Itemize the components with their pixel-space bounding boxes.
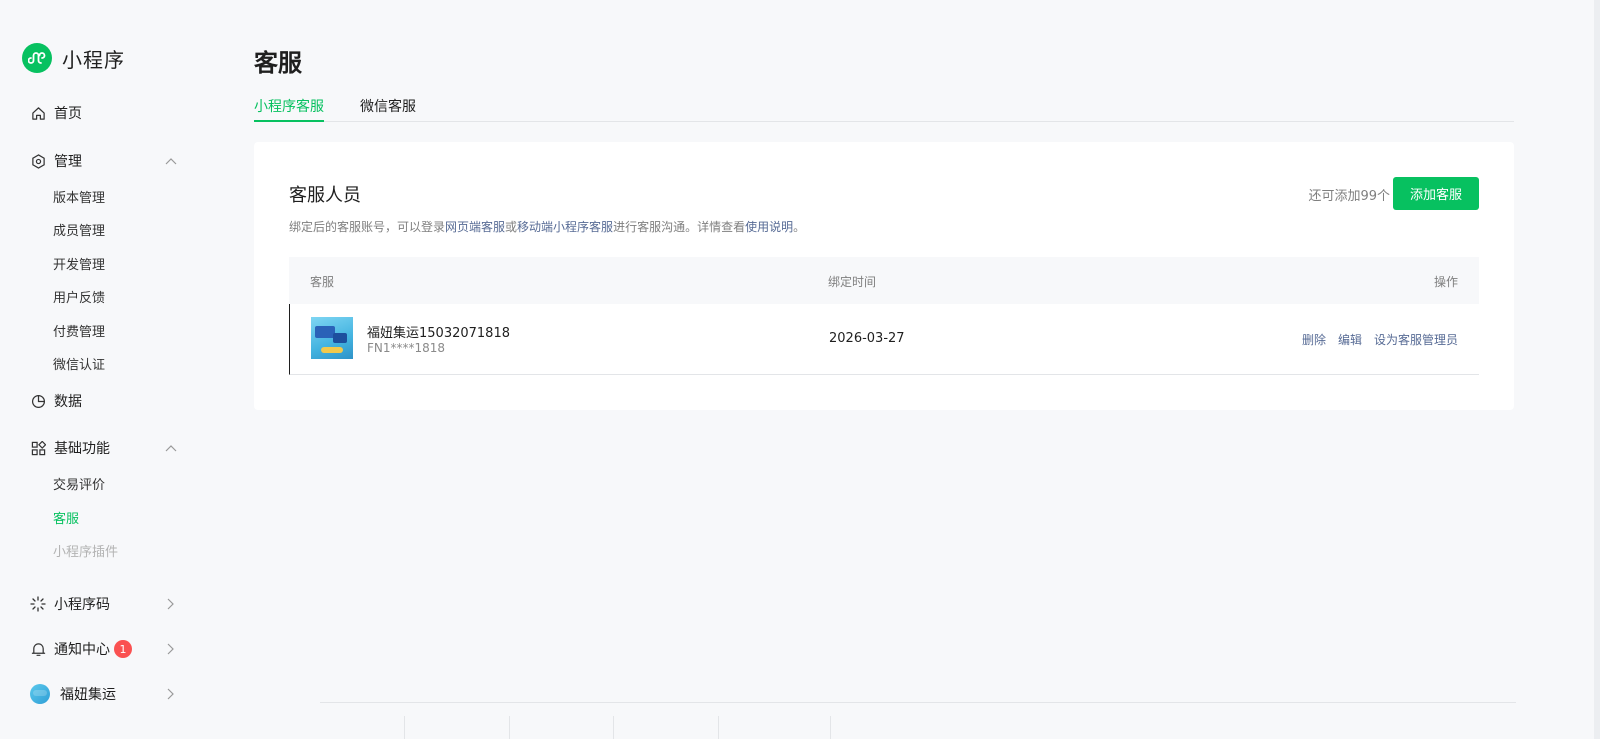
sidebar: 小程序 首页 管理 版本管理 成员管理 开发管理 用户反馈 付费管理 微信认证 … <box>0 0 200 739</box>
sidebar-item-notice[interactable]: 通知中心 1 <box>30 639 178 659</box>
service-staff-card: 客服人员 还可添加99个 添加客服 绑定后的客服账号，可以登录网页端客服或移动端… <box>254 142 1514 410</box>
page-title: 客服 <box>254 49 302 77</box>
sidebar-item-version[interactable]: 版本管理 <box>53 187 105 206</box>
tab-miniprogram-service[interactable]: 小程序客服 <box>254 96 324 122</box>
scrollbar[interactable] <box>1594 0 1600 739</box>
sidebar-item-home[interactable]: 首页 <box>30 103 178 123</box>
footer-divider <box>830 716 831 739</box>
sidebar-item-payment[interactable]: 付费管理 <box>53 321 105 340</box>
desc-text: 进行客服沟通。详情查看 <box>613 220 746 234</box>
miniprogram-logo-icon <box>22 43 52 73</box>
sidebar-item-basic[interactable]: 基础功能 <box>30 438 178 458</box>
pie-chart-icon <box>30 393 46 409</box>
mobile-service-link[interactable]: 移动端小程序客服 <box>517 220 613 234</box>
settings-icon <box>30 153 46 169</box>
sidebar-item-label: 数据 <box>54 394 82 410</box>
column-header: 绑定时间 <box>828 275 877 289</box>
sidebar-item-verify[interactable]: 微信认证 <box>53 354 105 373</box>
quota-text: 还可添加99个 <box>1308 189 1390 204</box>
sidebar-item-label: 通知中心 <box>54 642 110 658</box>
bell-icon <box>30 641 46 657</box>
sidebar-item-feedback[interactable]: 用户反馈 <box>53 287 105 306</box>
avatar <box>30 684 50 704</box>
edit-button[interactable]: 编辑 <box>1338 333 1362 347</box>
table-header: 客服 绑定时间 操作 <box>289 257 1479 304</box>
avatar <box>311 317 353 359</box>
delete-button[interactable]: 删除 <box>1302 333 1326 347</box>
footer-divider <box>718 716 719 739</box>
service-table: 客服 绑定时间 操作 福妞集运15032071818 FN1****1818 2… <box>289 257 1479 375</box>
card-title: 客服人员 <box>289 185 361 206</box>
sidebar-item-account[interactable]: 福妞集运 <box>30 684 178 704</box>
column-header: 客服 <box>310 275 335 289</box>
sidebar-item-label: 管理 <box>54 154 82 170</box>
grid-icon <box>30 440 46 456</box>
footer-divider <box>509 716 510 739</box>
chevron-right-icon <box>164 597 178 611</box>
usage-guide-link[interactable]: 使用说明 <box>745 220 793 234</box>
footer-divider <box>613 716 614 739</box>
sidebar-item-manage[interactable]: 管理 <box>30 151 178 171</box>
tab-bar: 小程序客服 微信客服 <box>254 96 1514 122</box>
sidebar-item-plugins[interactable]: 小程序插件 <box>53 541 118 560</box>
tab-wechat-service[interactable]: 微信客服 <box>360 96 416 122</box>
chevron-right-icon <box>164 642 178 656</box>
sidebar-item-reviews[interactable]: 交易评价 <box>53 474 105 493</box>
add-service-button[interactable]: 添加客服 <box>1393 177 1479 210</box>
chevron-right-icon <box>164 687 178 701</box>
description: 绑定后的客服账号，可以登录网页端客服或移动端小程序客服进行客服沟通。详情查看使用… <box>289 218 805 235</box>
sidebar-item-label: 小程序码 <box>54 597 110 613</box>
sidebar-item-label: 基础功能 <box>54 441 110 457</box>
desc-text: 绑定后的客服账号，可以登录 <box>289 220 446 234</box>
brand[interactable]: 小程序 <box>22 43 125 73</box>
service-name: 福妞集运15032071818 <box>367 326 510 341</box>
footer-divider <box>404 716 405 739</box>
desc-text: 。 <box>793 220 806 234</box>
set-admin-button[interactable]: 设为客服管理员 <box>1374 333 1458 347</box>
web-service-link[interactable]: 网页端客服 <box>445 220 505 234</box>
service-account-id: FN1****1818 <box>367 341 446 355</box>
chevron-up-icon[interactable] <box>164 154 178 168</box>
chevron-up-icon[interactable] <box>164 441 178 455</box>
table-row: 福妞集运15032071818 FN1****1818 2026-03-27 删… <box>289 304 1479 375</box>
sidebar-item-members[interactable]: 成员管理 <box>53 220 105 239</box>
sidebar-item-label: 首页 <box>54 106 82 122</box>
sidebar-item-label: 福妞集运 <box>60 687 116 703</box>
home-icon <box>30 105 46 121</box>
notification-badge: 1 <box>114 640 132 658</box>
qrcode-burst-icon <box>30 596 46 612</box>
column-header: 操作 <box>1433 275 1458 289</box>
sidebar-item-qrcode[interactable]: 小程序码 <box>30 594 178 614</box>
row-actions: 删除 编辑 设为客服管理员 <box>1290 331 1458 348</box>
brand-title: 小程序 <box>62 47 125 72</box>
bind-time: 2026-03-27 <box>829 331 905 346</box>
sidebar-item-data[interactable]: 数据 <box>30 391 178 411</box>
footer-divider <box>320 702 1516 703</box>
sidebar-item-dev[interactable]: 开发管理 <box>53 254 105 273</box>
desc-text: 或 <box>505 220 518 234</box>
sidebar-item-customer-service[interactable]: 客服 <box>53 508 79 527</box>
